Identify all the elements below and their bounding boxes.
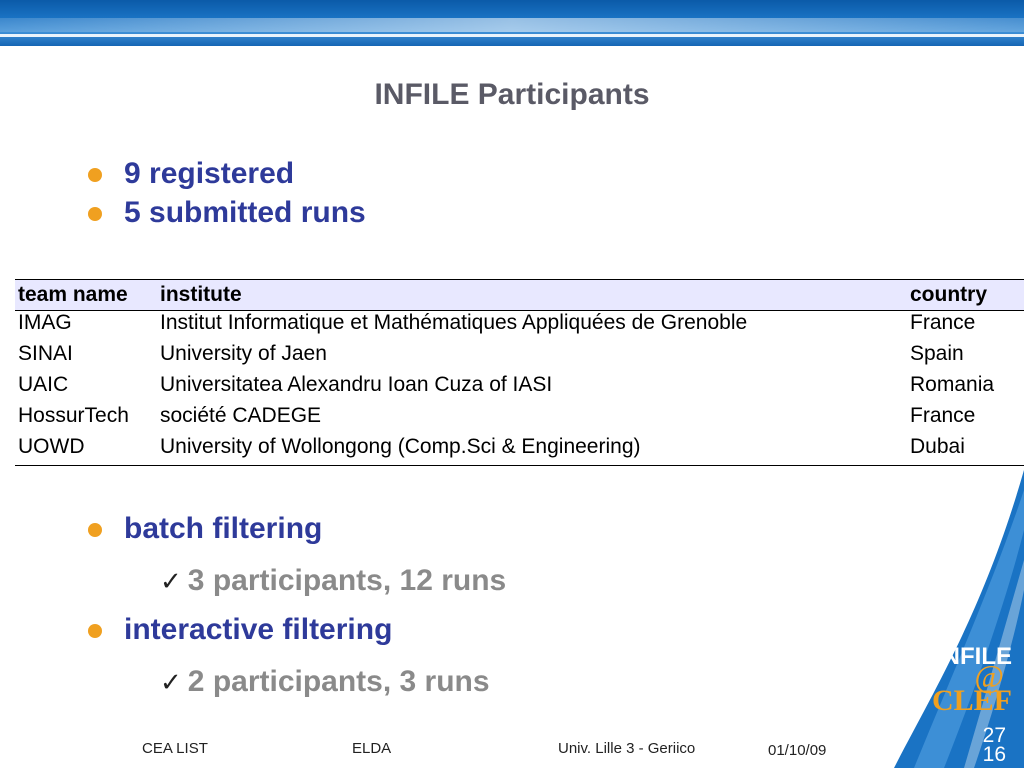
- bullet-submitted: 5 submitted runs: [86, 193, 366, 232]
- cell-institute: Universitatea Alexandru Ioan Cuza of IAS…: [160, 372, 553, 396]
- footer-univ-lille: Univ. Lille 3 - Geriico: [558, 740, 696, 757]
- bullet-dot-icon: [88, 207, 102, 221]
- table-row: UOWD University of Wollongong (Comp.Sci …: [15, 434, 1024, 466]
- cell-institute: société CADEGE: [160, 403, 322, 427]
- cell-country: Spain: [910, 341, 964, 365]
- cell-institute: University of Jaen: [160, 341, 327, 365]
- page-current: 16: [982, 743, 1006, 766]
- table-row: UAIC Universitatea Alexandru Ioan Cuza o…: [15, 373, 1024, 404]
- bullet-batch-filtering: batch filtering: [86, 509, 322, 548]
- logo-at: @: [974, 658, 1004, 694]
- checkmark-icon: ✓: [160, 566, 182, 596]
- table-row: SINAI University of Jaen Spain: [15, 342, 1024, 373]
- banner-wave: [0, 18, 1024, 32]
- cell-team: UOWD: [15, 434, 157, 466]
- participants-table: team name institute country IMAG Institu…: [15, 279, 1024, 466]
- bullet-text: batch filtering: [124, 512, 323, 545]
- interactive-sub-item: ✓ 2 participants, 3 runs: [160, 665, 490, 699]
- bullet-dot-icon: [88, 168, 102, 182]
- bullet-dot-icon: [88, 523, 102, 537]
- sub-text: 2 participants, 3 runs: [187, 665, 490, 698]
- table-row: IMAG Institut Informatique et Mathématiq…: [15, 311, 1024, 342]
- footer-cea-list: CEA LIST: [142, 740, 208, 757]
- bullet-registered: 9 registered: [86, 154, 366, 193]
- cell-country: Dubai: [907, 434, 1024, 466]
- page-number: 27 16: [982, 725, 1006, 766]
- footer-elda: ELDA: [352, 740, 392, 757]
- cell-institute: University of Wollongong (Comp.Sci & Eng…: [157, 434, 907, 466]
- banner-stripe: [0, 34, 1024, 37]
- interactive-bullet-list: interactive filtering: [86, 610, 392, 649]
- infile-clef-logo: INFILE @ CLEF: [902, 642, 1012, 718]
- bullet-text: 5 submitted runs: [124, 196, 366, 229]
- bullet-text: 9 registered: [124, 157, 295, 190]
- table-row: HossurTech société CADEGE France: [15, 404, 1024, 435]
- slide-title: INFILE Participants: [374, 78, 650, 111]
- footer-date: 01/10/09: [768, 742, 827, 759]
- top-banner: [0, 0, 1024, 46]
- cell-country: France: [910, 311, 976, 334]
- sub-text: 3 participants, 12 runs: [187, 564, 507, 597]
- batch-sub-item: ✓ 3 participants, 12 runs: [160, 564, 506, 598]
- bullet-text: interactive filtering: [124, 613, 393, 646]
- header-team-name: team name: [15, 279, 157, 311]
- bullet-interactive-filtering: interactive filtering: [86, 610, 392, 649]
- cell-team: HossurTech: [18, 403, 129, 427]
- cell-country: Romania: [910, 372, 995, 396]
- header-country: country: [907, 279, 1024, 311]
- checkmark-icon: ✓: [160, 667, 182, 697]
- cell-team: SINAI: [18, 341, 73, 365]
- bullet-dot-icon: [88, 624, 102, 638]
- table-header-row: team name institute country: [15, 279, 1024, 311]
- cell-institute: Institut Informatique et Mathématiques A…: [160, 311, 748, 334]
- cell-team: UAIC: [18, 372, 69, 396]
- cell-country: France: [910, 403, 976, 427]
- summary-bullets: 9 registered 5 submitted runs: [86, 154, 366, 232]
- header-institute: institute: [157, 279, 907, 311]
- batch-bullet-list: batch filtering: [86, 509, 322, 548]
- cell-team: IMAG: [18, 311, 72, 334]
